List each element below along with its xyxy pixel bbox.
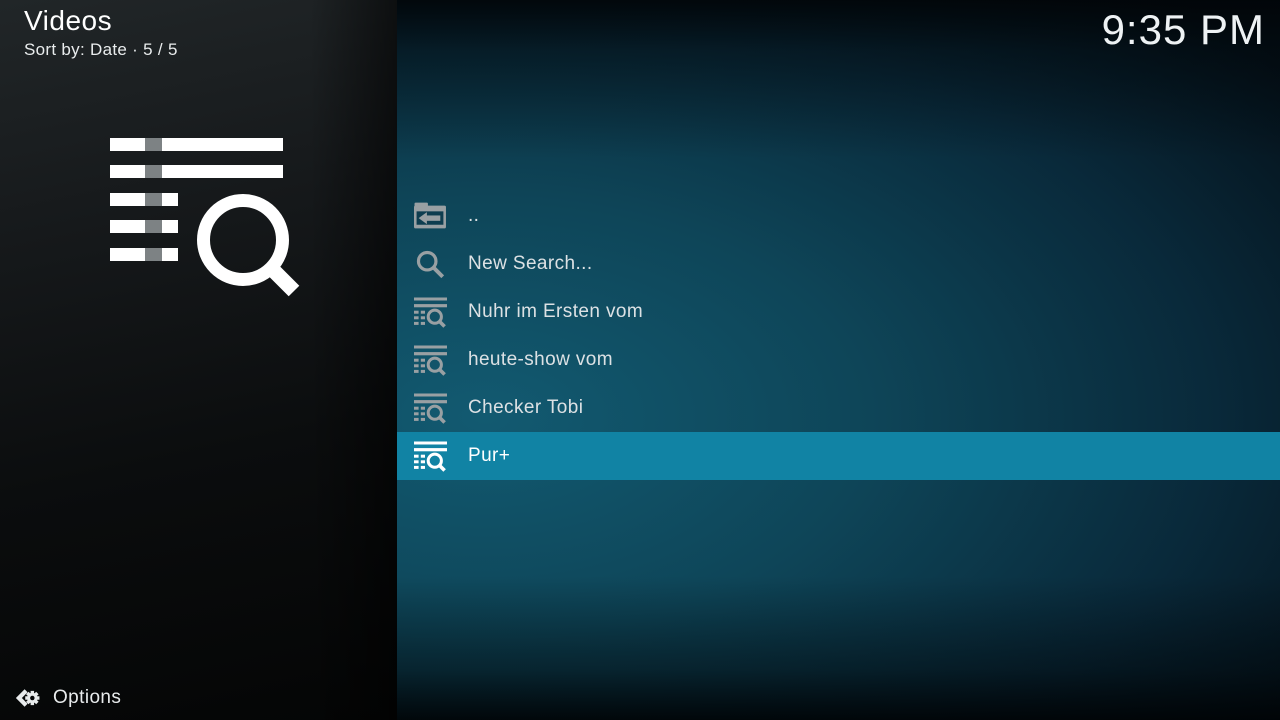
search-history-icon <box>414 440 447 473</box>
list-item-label: heute-show vom <box>468 349 613 371</box>
list-item-checker-tobi[interactable]: Checker Tobi <box>397 384 1280 432</box>
header: Videos Sort by: Date · 5 / 5 <box>24 5 178 60</box>
folder-back-icon <box>414 200 447 233</box>
sidebar-panel <box>0 0 397 720</box>
search-history-icon <box>414 296 447 329</box>
list-item-label: Nuhr im Ersten vom <box>468 301 643 323</box>
list-item-new-search[interactable]: New Search... <box>397 240 1280 288</box>
list-item-heute-show[interactable]: heute-show vom <box>397 336 1280 384</box>
list-item-parent-directory[interactable]: .. <box>397 192 1280 240</box>
list-item-pur-plus[interactable]: Pur+ <box>397 432 1280 480</box>
list-item-label: Pur+ <box>468 445 510 467</box>
search-icon <box>414 248 447 281</box>
list-item-label: Checker Tobi <box>468 397 583 419</box>
options-button[interactable]: Options <box>16 686 121 710</box>
search-history-icon <box>414 392 447 425</box>
search-history-watermark-icon <box>110 138 300 300</box>
list-item-label: New Search... <box>468 253 593 275</box>
search-history-icon <box>414 344 447 377</box>
clock: 9:35 PM <box>1102 6 1265 54</box>
page-title: Videos <box>24 5 178 37</box>
list-item-nuhr-im-ersten[interactable]: Nuhr im Ersten vom <box>397 288 1280 336</box>
sort-and-count-label: Sort by: Date · 5 / 5 <box>24 40 178 60</box>
list-item-label: .. <box>468 205 479 227</box>
options-label: Options <box>53 687 121 709</box>
options-gear-icon <box>16 686 41 710</box>
search-list: .. New Search... Nuhr im Ersten vom heut… <box>397 192 1280 480</box>
